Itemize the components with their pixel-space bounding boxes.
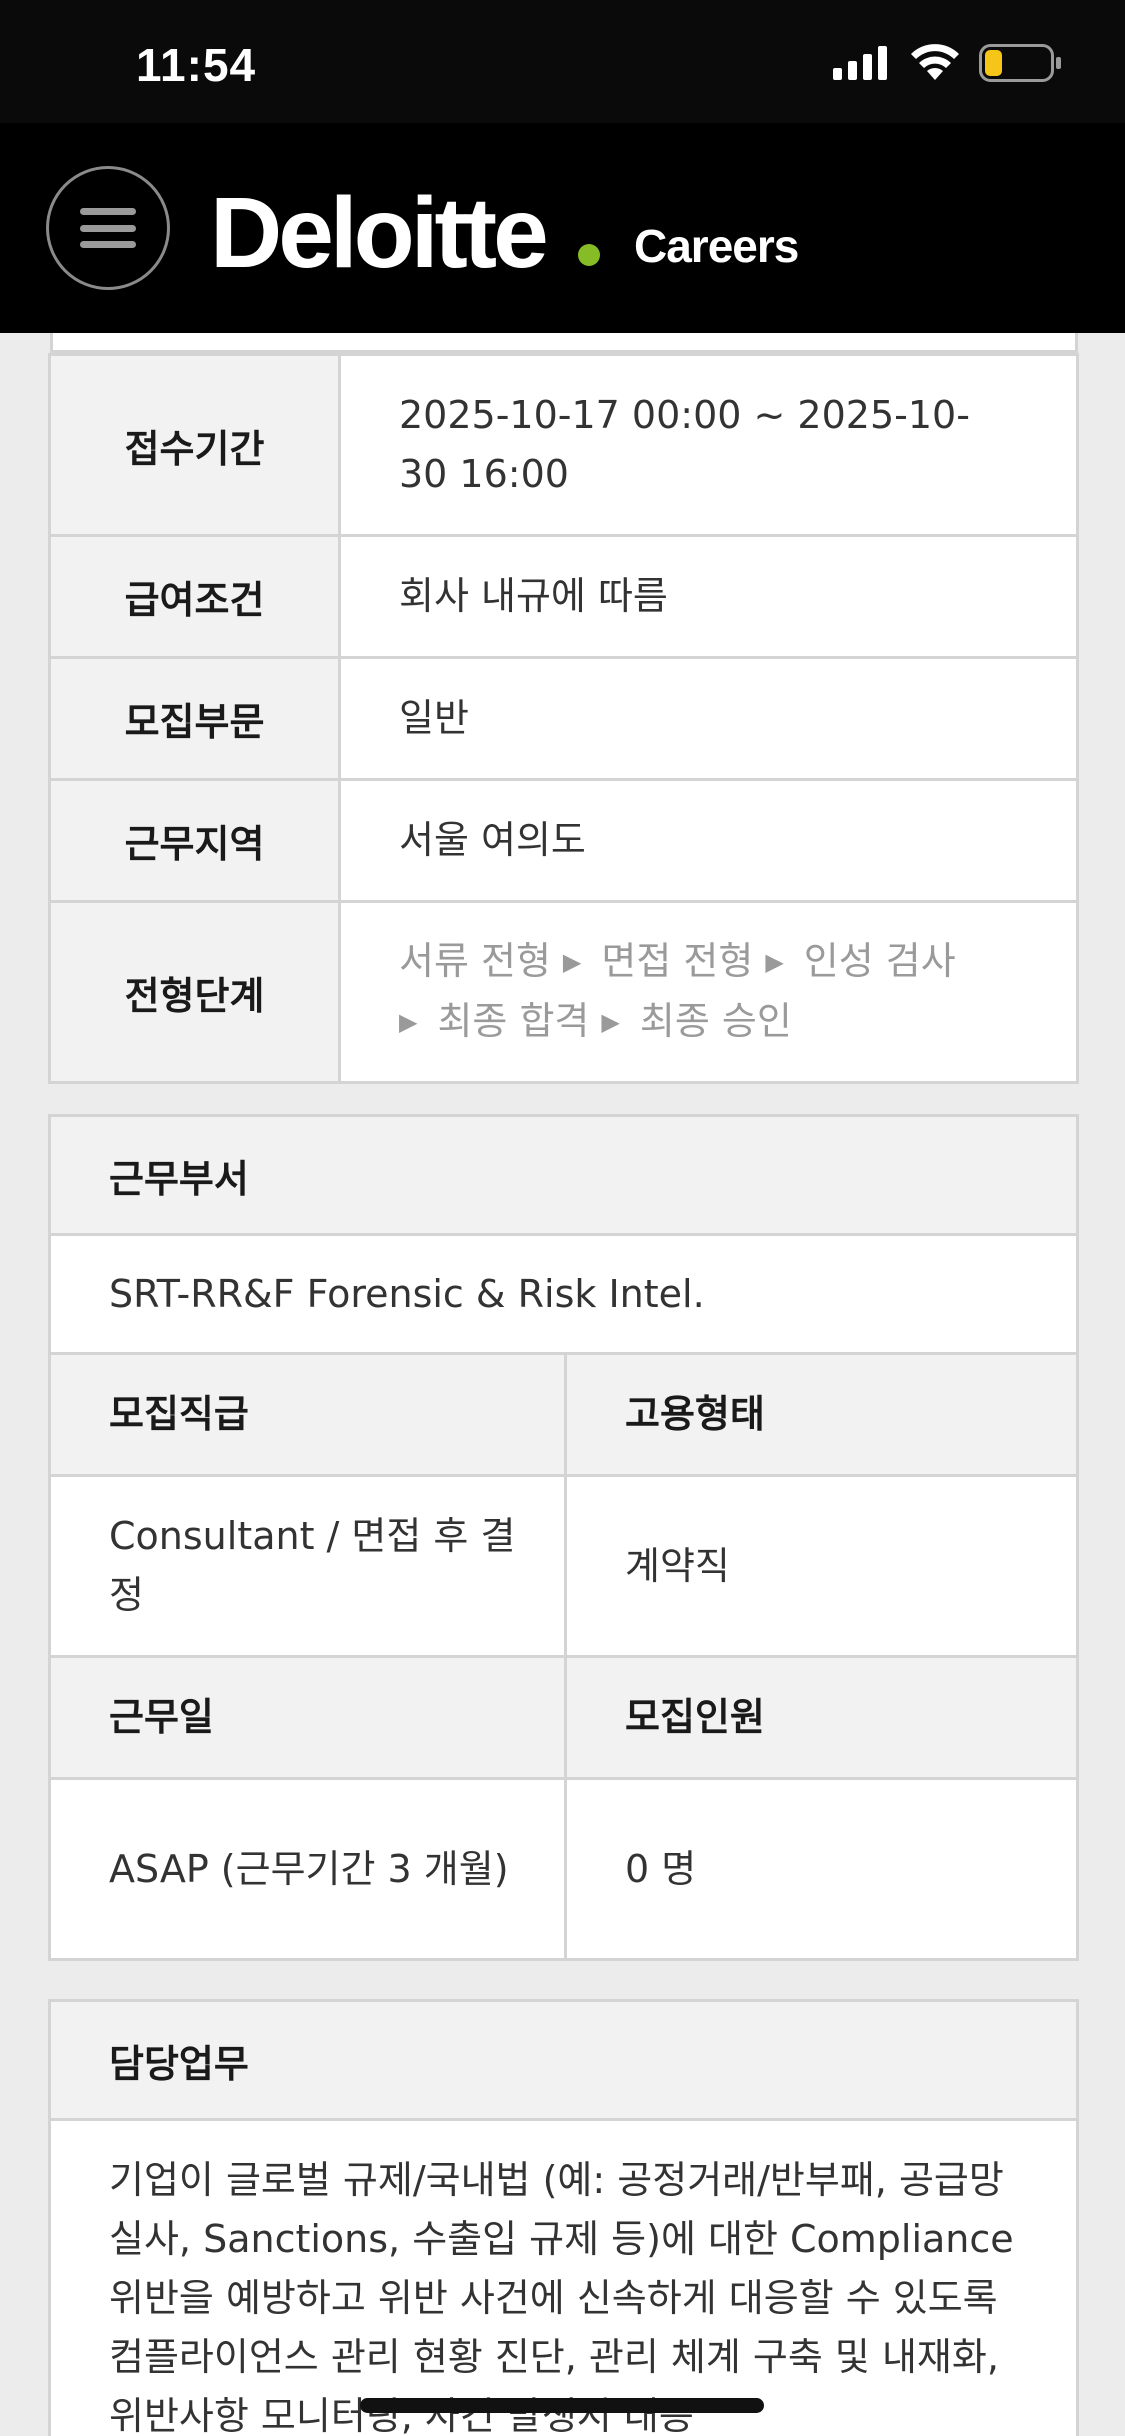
row-label-process: 전형단계: [51, 903, 341, 1081]
row-value-location: 서울 여의도: [399, 818, 586, 862]
rank-label: 모집직급: [51, 1355, 567, 1474]
careers-label: Careers: [634, 220, 799, 272]
app-header: Deloitte Careers: [0, 123, 1125, 333]
step-label: 인성 검사: [803, 939, 956, 983]
chevron-right-icon: ▶: [562, 948, 582, 976]
table-row: 근무일 모집인원: [51, 1658, 1076, 1780]
row-label-salary: 급여조건: [51, 537, 341, 656]
table-row: 접수기간 2025-10-17 00:00 ~ 2025-10-30 16:00: [51, 356, 1076, 537]
brand-dot-icon: [578, 244, 600, 266]
table-row: 모집부문 일반: [51, 659, 1076, 781]
headcount-label: 모집인원: [567, 1658, 1076, 1777]
step-label: 서류 전형: [399, 939, 551, 983]
row-label-location: 근무지역: [51, 781, 341, 900]
table-row: ASAP (근무기간 3 개월) 0 명: [51, 1780, 1076, 1958]
chevron-right-icon: ▶: [601, 1008, 620, 1036]
row-value-category: 일반: [399, 696, 469, 740]
status-time: 11:54: [136, 39, 257, 91]
signal-icon: [833, 46, 887, 80]
duties-text: 기업이 글로벌 규제/국내법 (예: 공정거래/반부패, 공급망 실사, San…: [109, 2158, 1014, 2436]
brand-logo[interactable]: Deloitte: [210, 173, 549, 293]
previous-row-sliver: [50, 333, 1078, 353]
table-row: Consultant / 면접 후 결정 계약직: [51, 1477, 1076, 1658]
row-label-period: 접수기간: [51, 356, 341, 534]
chevron-right-icon: ▶: [399, 1008, 418, 1036]
wifi-icon: [911, 44, 959, 80]
row-value-salary: 회사 내규에 따름: [399, 574, 668, 618]
position-details-table: 근무부서 SRT-RR&F Forensic & Risk Intel. 모집직…: [48, 1114, 1079, 1961]
job-detail-content: 접수기간 2025-10-17 00:00 ~ 2025-10-30 16:00…: [0, 333, 1125, 2436]
department-value: SRT-RR&F Forensic & Risk Intel.: [51, 1236, 1076, 1355]
table-row: 급여조건 회사 내규에 따름: [51, 537, 1076, 659]
rank-value: Consultant / 면접 후 결정: [51, 1477, 567, 1655]
home-indicator[interactable]: [360, 2398, 764, 2413]
status-bar: 11:54: [0, 0, 1125, 123]
row-value-period: 2025-10-17 00:00 ~ 2025-10-30 16:00: [399, 393, 970, 496]
status-icons: [833, 44, 1063, 82]
workday-value: ASAP (근무기간 3 개월): [51, 1780, 567, 1958]
hamburger-menu-icon: [80, 208, 136, 248]
step-label: 최종 합격: [437, 999, 590, 1043]
table-row: 모집직급 고용형태: [51, 1355, 1076, 1477]
step-label: 최종 승인: [639, 999, 792, 1043]
duties-section: 담당업무 기업이 글로벌 규제/국내법 (예: 공정거래/반부패, 공급망 실사…: [48, 1999, 1079, 2436]
process-steps: 서류 전형 ▶ 면접 전형 ▶ 인성 검사 ▶ 최종 합격 ▶ 최종 승인: [341, 903, 1076, 1081]
row-label-category: 모집부문: [51, 659, 341, 778]
chevron-right-icon: ▶: [765, 948, 784, 976]
table-row: 전형단계 서류 전형 ▶ 면접 전형 ▶ 인성 검사 ▶ 최종 합격 ▶ 최종 승인: [51, 903, 1076, 1081]
menu-button[interactable]: [46, 166, 170, 290]
employment-type-label: 고용형태: [567, 1355, 1076, 1474]
workday-label: 근무일: [51, 1658, 567, 1777]
department-header: 근무부서: [51, 1117, 1076, 1236]
duties-header: 담당업무: [51, 2002, 1076, 2121]
step-label: 면접 전형: [601, 939, 754, 983]
battery-icon: [979, 44, 1061, 82]
job-info-table: 접수기간 2025-10-17 00:00 ~ 2025-10-30 16:00…: [48, 353, 1079, 1084]
headcount-value: 0 명: [625, 1846, 697, 1891]
employment-type-value: 계약직: [625, 1543, 730, 1588]
table-row: 근무지역 서울 여의도: [51, 781, 1076, 903]
